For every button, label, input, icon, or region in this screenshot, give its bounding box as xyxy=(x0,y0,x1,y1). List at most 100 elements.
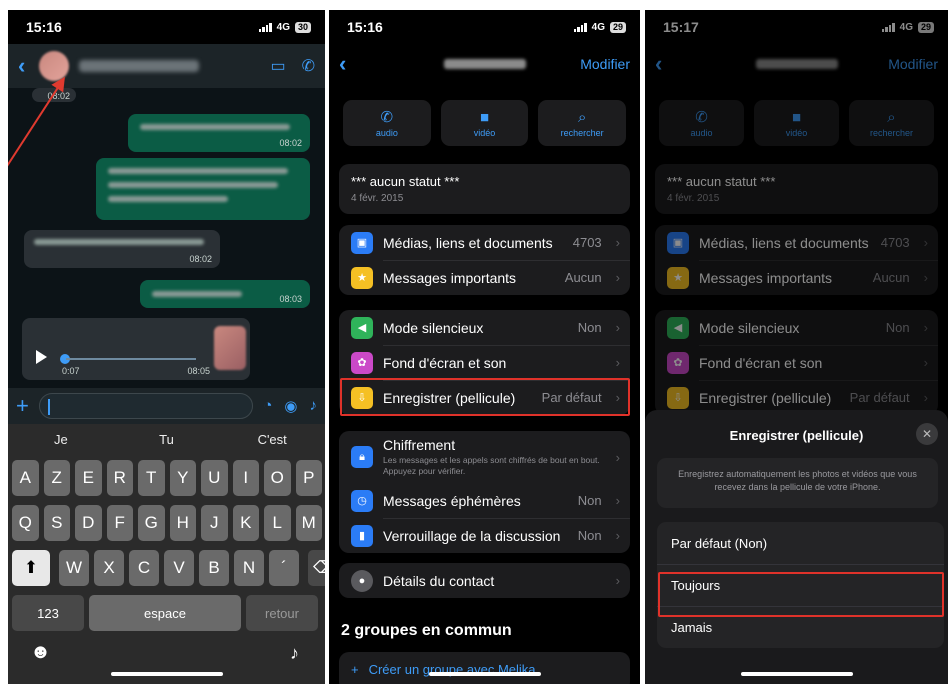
clock: 15:16 xyxy=(26,19,62,35)
message-time: 08:03 xyxy=(279,294,302,304)
message-bubble[interactable]: 08:02 xyxy=(24,230,220,268)
home-indicator xyxy=(428,672,541,676)
settings-row[interactable]: ★ Messages importants Aucun › xyxy=(339,260,630,295)
return-key[interactable]: retour xyxy=(246,595,318,631)
message-time: 08:02 xyxy=(189,254,212,264)
key[interactable]: L xyxy=(264,505,291,541)
settings-row[interactable]: ◷ Messages éphémères Non › xyxy=(339,483,630,518)
suggestion[interactable]: Je xyxy=(8,432,114,447)
dictation-icon[interactable]: ♪ xyxy=(290,643,299,664)
contact-name xyxy=(443,59,526,69)
encryption-row[interactable]: 🔒︎ Chiffrement Les messages et les appel… xyxy=(339,431,630,483)
settings-row[interactable]: ▮ Verrouillage de la discussion Non › xyxy=(339,518,630,553)
row-label: Médias, liens et documents xyxy=(383,234,553,251)
status-card: *** aucun statut *** 4 févr. 2015 xyxy=(339,164,630,214)
key[interactable]: Y xyxy=(169,460,196,496)
photo-icon: ▣ xyxy=(351,231,373,254)
battery-icon: 30 xyxy=(294,21,311,33)
network-label: 4G xyxy=(591,21,605,33)
key[interactable]: I xyxy=(232,460,259,496)
key[interactable]: D xyxy=(75,505,102,541)
voice-message[interactable]: 0:07 08:05 xyxy=(22,318,250,380)
key[interactable]: N xyxy=(234,550,264,586)
voice-time: 08:05 xyxy=(187,366,210,376)
space-key[interactable]: espace xyxy=(89,595,241,631)
key[interactable]: H xyxy=(169,505,196,541)
contact-details-row[interactable]: ● Détails du contact › xyxy=(339,563,630,598)
settings-row[interactable]: ✿ Fond d'écran et son › xyxy=(339,345,630,380)
video-call-button[interactable]: ■ vidéo xyxy=(440,100,529,146)
speaker-icon: ◀ xyxy=(351,316,373,339)
key[interactable]: R xyxy=(106,460,133,496)
status-bar: 15:16 4G 30 xyxy=(8,10,325,44)
status-text: *** aucun statut *** xyxy=(351,174,460,189)
shift-key[interactable]: ⬆ xyxy=(12,550,50,586)
message-bubble[interactable]: 08:03 xyxy=(140,280,310,308)
key[interactable]: P xyxy=(295,460,322,496)
key[interactable]: V xyxy=(164,550,194,586)
sheet-title: Enregistrer (pellicule) xyxy=(729,428,864,443)
back-icon[interactable]: ‹ xyxy=(18,53,25,79)
key[interactable]: G xyxy=(138,505,165,541)
suggestion[interactable]: Tu xyxy=(114,432,220,447)
camera-icon[interactable]: ◉ xyxy=(284,397,297,415)
row-value: Non xyxy=(577,320,602,335)
edit-button[interactable]: Modifier xyxy=(580,56,630,72)
row-label: Chiffrement xyxy=(383,437,456,454)
audio-call-button[interactable]: ✆ audio xyxy=(343,100,431,146)
settings-row[interactable]: ▣ Médias, liens et documents 4703 › xyxy=(339,225,630,260)
key[interactable]: F xyxy=(106,505,133,541)
video-call-icon[interactable]: ▭ xyxy=(270,56,285,76)
emoji-icon[interactable]: ☻ xyxy=(30,641,51,664)
key[interactable]: ´ xyxy=(269,550,299,586)
row-label: Fond d'écran et son xyxy=(383,354,507,371)
chevron-right-icon: › xyxy=(615,573,620,588)
message-bubble[interactable] xyxy=(96,158,310,220)
key[interactable]: K xyxy=(232,505,259,541)
input-bar: + ◔ ◉ ♪ xyxy=(8,388,325,424)
numbers-key[interactable]: 123 xyxy=(12,595,84,631)
sticker-icon[interactable]: ◔ xyxy=(263,397,272,415)
search-button[interactable]: ⌕ rechercher xyxy=(538,100,627,146)
star-icon: ★ xyxy=(351,266,373,289)
key[interactable]: A xyxy=(12,460,39,496)
settings-row[interactable]: ◀ Mode silencieux Non › xyxy=(339,310,630,345)
status-date: 4 févr. 2015 xyxy=(351,193,404,204)
key[interactable]: C xyxy=(129,550,159,586)
key[interactable]: J xyxy=(201,505,228,541)
key[interactable]: S xyxy=(43,505,70,541)
security-group: 🔒︎ Chiffrement Les messages et les appel… xyxy=(339,431,630,553)
contact-name[interactable] xyxy=(79,60,200,72)
microphone-icon[interactable]: ♪ xyxy=(310,397,318,415)
sheet-description: Enregistrez automatiquement les photos e… xyxy=(657,458,938,508)
key[interactable]: U xyxy=(201,460,228,496)
back-icon[interactable]: ‹ xyxy=(339,51,346,77)
phone-call-icon[interactable]: ✆ xyxy=(302,56,315,76)
key[interactable]: E xyxy=(75,460,102,496)
header-strip xyxy=(0,0,948,10)
key[interactable]: X xyxy=(94,550,124,586)
chevron-right-icon: › xyxy=(615,270,620,285)
row-value: Aucun xyxy=(564,270,602,285)
key[interactable]: O xyxy=(264,460,291,496)
plus-icon[interactable]: + xyxy=(16,393,29,419)
play-icon[interactable] xyxy=(36,350,47,364)
chevron-right-icon: › xyxy=(615,235,620,250)
option-default[interactable]: Par défaut (Non) xyxy=(657,522,944,564)
message-input[interactable] xyxy=(38,393,254,419)
plus-icon: + xyxy=(351,662,359,677)
key[interactable]: Z xyxy=(43,460,70,496)
sender-avatar xyxy=(214,326,246,370)
key[interactable]: W xyxy=(59,550,89,586)
key[interactable]: Q xyxy=(12,505,39,541)
row-description: Les messages et les appels sont chiffrés… xyxy=(383,455,600,476)
key[interactable]: T xyxy=(138,460,165,496)
message-bubble[interactable]: 08:02 xyxy=(128,114,310,152)
suggestion[interactable]: C'est xyxy=(219,432,325,447)
key[interactable]: M xyxy=(295,505,322,541)
highlight-box xyxy=(658,572,944,617)
delete-key[interactable]: ⌫ xyxy=(308,550,325,586)
create-group-row[interactable]: + Créer un groupe avec Melika xyxy=(339,652,630,684)
close-icon[interactable]: ✕ xyxy=(916,423,938,445)
key[interactable]: B xyxy=(199,550,229,586)
